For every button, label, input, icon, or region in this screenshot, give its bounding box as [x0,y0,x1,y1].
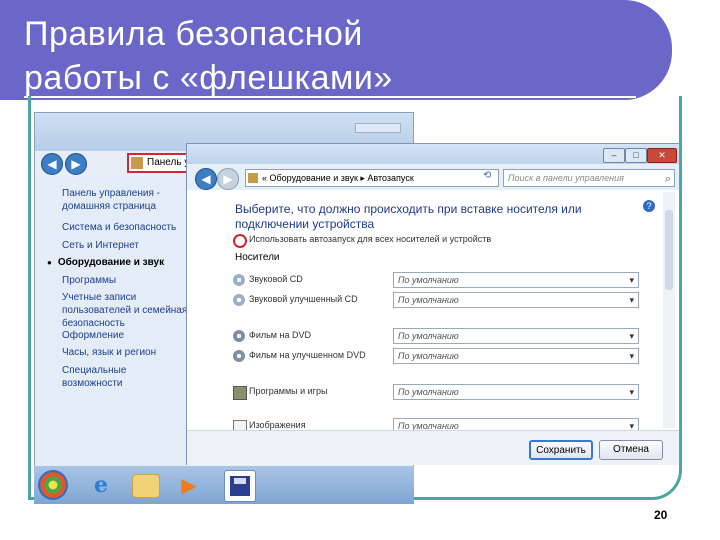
media-label: Звуковой CD [249,274,303,284]
media-action-select[interactable]: По умолчанию [393,384,639,400]
media-row: Программы и игры По умолчанию [233,384,653,400]
control-panel-icon [248,173,258,183]
cancel-button[interactable]: Отмена [599,440,663,460]
media-section-label: Носители [235,252,280,263]
sidebar-item-programs[interactable]: Программы [62,274,188,287]
sidebar-item-system-security[interactable]: Система и безопасность [62,221,188,234]
programs-icon [233,386,247,400]
sidebar-item-hardware-sound[interactable]: Оборудование и звук [47,256,173,269]
forward-arrow-icon[interactable]: ▶ [65,153,87,175]
internet-explorer-icon[interactable]: e [86,470,116,500]
back-window-tab [355,123,401,133]
save-button[interactable]: Сохранить [529,440,593,460]
minimize-button[interactable]: – [603,148,625,163]
sidebar: Панель управления - домашняя страница Си… [35,177,187,487]
sidebar-item-user-accounts[interactable]: Учетные записи пользователей и семейная … [62,291,188,330]
refresh-icon[interactable]: ⟲ [483,170,491,181]
sidebar-item-network[interactable]: Сеть и Интернет [62,239,188,252]
media-label: Программы и игры [249,386,328,396]
scrollbar-thumb[interactable] [665,210,673,290]
audio-cd-icon [233,274,245,286]
autoplay-checkbox[interactable] [233,234,247,248]
media-label: Изображения [249,420,306,430]
back-arrow-icon[interactable]: ◀ [41,153,63,175]
address-bar[interactable]: « Оборудование и звук ▸ Автозапуск [245,169,499,187]
media-row: Звуковой улучшенный CD По умолчанию [233,292,653,308]
search-input[interactable]: Поиск в панели управления ⌕ [503,169,675,187]
sidebar-item-home[interactable]: Панель управления - домашняя страница [62,187,188,213]
maximize-button[interactable]: □ [625,148,647,163]
address-text: « Оборудование и звук ▸ Автозапуск [262,173,414,183]
floppy-disk-icon[interactable] [224,470,256,502]
sidebar-item-accessibility[interactable]: Специальные возможности [62,364,188,390]
media-row: Фильм на DVD По умолчанию [233,328,653,344]
autoplay-checkbox-label: Использовать автозапуск для всех носител… [249,234,492,244]
autoplay-heading: Выберите, что должно происходить при вст… [235,202,582,231]
media-label: Фильм на DVD [249,330,311,340]
sidebar-item-clock-region[interactable]: Часы, язык и регион [62,346,188,359]
search-icon[interactable]: ⌕ [665,171,671,187]
start-button-icon[interactable] [38,470,68,500]
taskbar: e ▶ [34,466,414,504]
enhanced-cd-icon [233,294,245,306]
close-button[interactable]: ✕ [647,148,677,163]
folder-icon[interactable] [132,474,160,498]
media-label: Звуковой улучшенный CD [249,294,358,304]
media-action-select[interactable]: По умолчанию [393,328,639,344]
media-action-select[interactable]: По умолчанию [393,292,639,308]
page-number: 20 [654,508,668,522]
sidebar-item-appearance[interactable]: Оформление [62,329,188,342]
slide-title: Правила безопасной работы с «флешками» [24,15,393,97]
media-player-icon[interactable]: ▶ [174,470,204,500]
media-row: Звуковой CD По умолчанию [233,272,653,288]
enhanced-dvd-icon [233,350,245,362]
control-panel-icon [131,157,143,169]
autoplay-window: – □ ✕ ◀ ▶ « Оборудование и звук ▸ Автоза… [186,143,680,465]
back-arrow-icon[interactable]: ◀ [195,168,217,190]
help-icon[interactable]: ? [643,200,655,212]
media-action-select[interactable]: По умолчанию [393,272,639,288]
media-action-select[interactable]: По умолчанию [393,348,639,364]
dvd-icon [233,330,245,342]
search-placeholder: Поиск в панели управления [508,173,624,183]
media-row: Фильм на улучшенном DVD По умолчанию [233,348,653,364]
media-label: Фильм на улучшенном DVD [249,350,366,360]
forward-arrow-icon[interactable]: ▶ [217,168,239,190]
